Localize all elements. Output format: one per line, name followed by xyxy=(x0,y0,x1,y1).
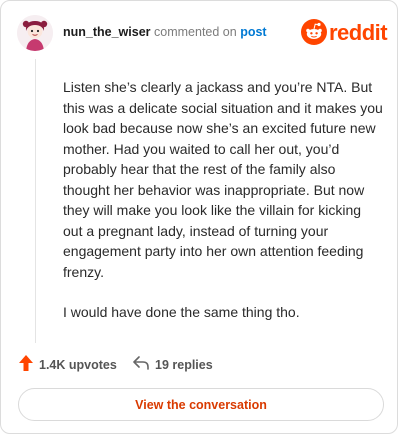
post-link[interactable]: post xyxy=(240,25,266,39)
reddit-brand[interactable]: reddit xyxy=(301,19,388,50)
avatar[interactable] xyxy=(17,15,53,51)
replies-count: 19 replies xyxy=(155,358,213,372)
action-text: commented on xyxy=(154,25,237,39)
replies[interactable]: 19 replies xyxy=(133,355,213,375)
comment-paragraph: Listen she’s clearly a jackass and you’r… xyxy=(63,79,383,280)
upvotes[interactable]: 1.4K upvotes xyxy=(19,354,117,376)
view-conversation-label: View the conversation xyxy=(135,397,267,412)
comment-meta: nun_the_wiser commented on post xyxy=(63,25,267,39)
comment-body: Listen she’s clearly a jackass and you’r… xyxy=(63,77,383,343)
reddit-logo-icon xyxy=(301,19,327,50)
reply-arrow-icon xyxy=(133,355,149,375)
view-conversation-button[interactable]: View the conversation xyxy=(18,388,384,421)
comment-paragraph: I would have done the same thing tho. xyxy=(63,304,300,320)
comment-header: nun_the_wiser commented on post reddit xyxy=(17,15,388,51)
upvote-arrow-icon xyxy=(19,354,33,376)
reddit-wordmark: reddit xyxy=(329,20,388,45)
comment-card: nun_the_wiser commented on post reddit L… xyxy=(0,0,398,434)
comment-footer: 1.4K upvotes 19 replies xyxy=(19,354,379,376)
upvotes-count: 1.4K upvotes xyxy=(39,358,117,372)
username[interactable]: nun_the_wiser xyxy=(63,25,151,39)
thread-line xyxy=(35,59,36,343)
